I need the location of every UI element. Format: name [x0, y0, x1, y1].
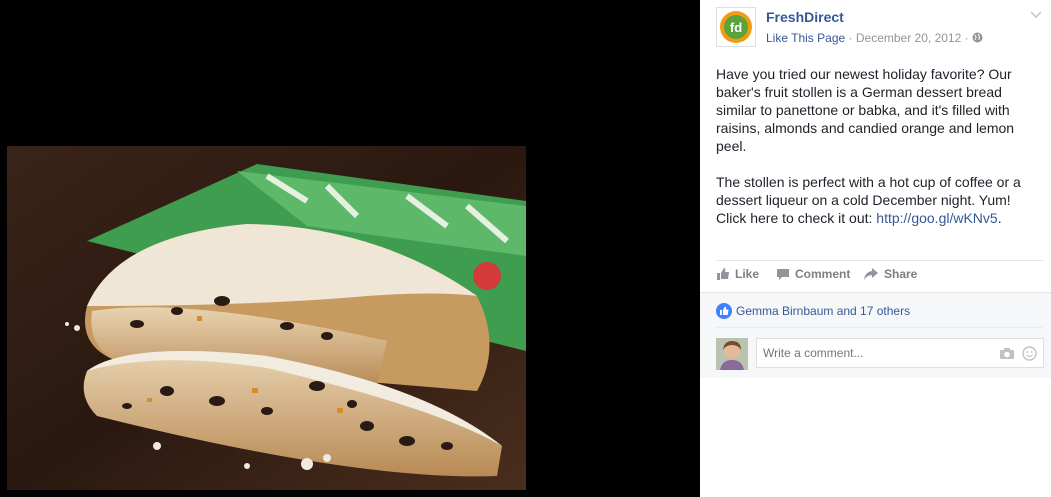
- post-message: Have you tried our newest holiday favori…: [716, 65, 1036, 245]
- like-page-link[interactable]: Like This Page: [766, 31, 845, 45]
- post-paragraph-1: Have you tried our newest holiday favori…: [716, 66, 1015, 154]
- meta-separator: ·: [848, 31, 853, 45]
- post-paragraph-2: The stollen is perfect with a hot cup of…: [716, 173, 1036, 227]
- page-avatar-logo[interactable]: fd: [716, 7, 756, 47]
- share-button[interactable]: Share: [863, 267, 917, 281]
- photo-stage: [0, 0, 700, 497]
- like-button[interactable]: Like: [716, 267, 759, 281]
- likes-summary[interactable]: Gemma Birnbaum and 17 others: [716, 303, 910, 319]
- globe-icon: [972, 32, 983, 43]
- comment-button[interactable]: Comment: [776, 267, 850, 281]
- comment-input[interactable]: [761, 345, 985, 361]
- likes-text: Gemma Birnbaum and 17 others: [736, 304, 911, 318]
- post-sidebar: fd FreshDirect Like This Page · December…: [700, 0, 1051, 497]
- post-feedback-area: Gemma Birnbaum and 17 others: [700, 292, 1051, 378]
- post-meta: Like This Page · December 20, 2012 ·: [766, 31, 983, 45]
- share-icon: [864, 268, 878, 280]
- post-actions: Like Comment Share: [716, 260, 1044, 291]
- like-icon: [717, 268, 729, 280]
- like-label: Like: [735, 267, 760, 281]
- divider: [716, 327, 1043, 328]
- chevron-down-icon[interactable]: [1030, 11, 1042, 19]
- post-date[interactable]: December 20, 2012: [856, 31, 961, 45]
- post-header: fd FreshDirect Like This Page · December…: [716, 7, 1046, 49]
- post-photo-stollen[interactable]: [7, 146, 526, 490]
- meta-separator: ·: [964, 31, 969, 45]
- post-link[interactable]: http://goo.gl/wKNv5: [876, 210, 997, 226]
- thumbs-up-icon: [716, 303, 732, 319]
- user-avatar: [716, 338, 748, 370]
- share-label: Share: [884, 267, 918, 281]
- camera-icon[interactable]: [999, 347, 1015, 360]
- comment-icon: [777, 269, 789, 280]
- post-link-suffix: .: [997, 210, 1002, 226]
- comment-box[interactable]: [756, 338, 1044, 368]
- smiley-icon[interactable]: [1022, 346, 1037, 361]
- comment-label: Comment: [795, 267, 851, 281]
- logo-text: fd: [730, 20, 742, 35]
- page-name-link[interactable]: FreshDirect: [766, 9, 844, 25]
